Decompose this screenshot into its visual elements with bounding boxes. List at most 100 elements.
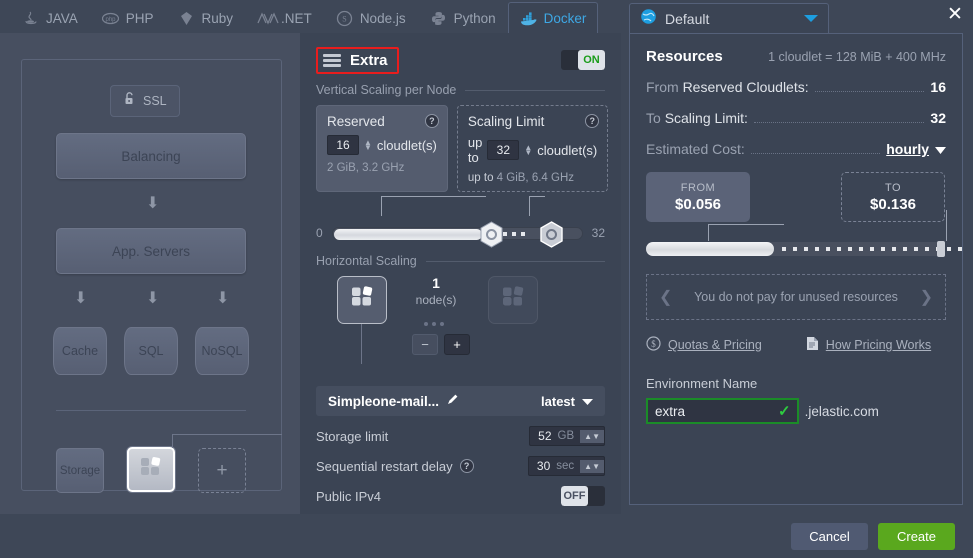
scaling-limit-input[interactable]: 32 — [487, 140, 520, 160]
stack-lines-icon — [323, 53, 341, 67]
public-ipv4-toggle[interactable]: OFF — [561, 486, 605, 506]
topology-add-node-button[interactable]: + — [198, 448, 246, 493]
price-cards: FROM $0.056 TO $0.136 — [646, 172, 946, 230]
dotnet-icon — [257, 10, 279, 27]
reserved-cloudlets-box[interactable]: ? Reserved 16 ▲ ▼ cloudlet(s) 2 GiB, 3.2 … — [316, 105, 448, 192]
ssl-label: SSL — [143, 94, 167, 108]
price-card-from[interactable]: FROM $0.056 — [646, 172, 750, 222]
restart-delay-value[interactable]: 30 — [529, 457, 554, 475]
option-label-group: Sequential restart delay ? — [316, 459, 474, 474]
tab-nodejs[interactable]: S Node.js — [324, 2, 418, 33]
quotas-and-pricing-link[interactable]: $ Quotas & Pricing — [646, 336, 762, 354]
node-label: Storage — [59, 464, 101, 477]
docker-image-row[interactable]: Simpleone-mail... latest — [316, 386, 605, 416]
scaling-limit-box[interactable]: ? Scaling Limit up to 32 ▲ ▼ cloudlet(s) … — [456, 105, 609, 192]
settings-title-highlight[interactable]: Extra — [316, 46, 399, 74]
reserved-input[interactable]: 16 — [327, 135, 359, 155]
topology-panel: SSL Balancing ⬇ App. Servers ⬇ ⬇ ⬇ Cache… — [0, 33, 300, 514]
python-icon — [430, 10, 447, 27]
question-icon[interactable]: ? — [459, 459, 474, 473]
price-bar[interactable] — [646, 241, 962, 257]
node-count-display: 1 node(s) — [396, 275, 476, 307]
section-rule — [425, 260, 605, 262]
restart-delay-spinner[interactable]: ▲▼ — [580, 459, 604, 473]
toggle-knob-label: OFF — [561, 486, 588, 506]
section-label: Horizontal Scaling — [316, 254, 417, 268]
create-environment-dialog: JAVA php PHP Ruby .NET S Node.js Python … — [0, 0, 973, 558]
slider-leg-reserved — [381, 196, 486, 216]
environment-region-tab[interactable]: Default — [629, 3, 829, 33]
node-label: SQL — [138, 344, 164, 358]
tab-dotnet[interactable]: .NET — [245, 2, 324, 33]
billing-period-selector[interactable]: hourly — [886, 141, 929, 157]
chevron-down-icon[interactable] — [935, 141, 946, 157]
docker-icon — [520, 10, 537, 27]
row-key: To Scaling Limit: — [646, 110, 748, 126]
option-row-restart-delay: Sequential restart delay ? 30 sec ▲▼ — [316, 456, 605, 476]
restart-delay-stepper[interactable]: 30 sec ▲▼ — [527, 456, 605, 476]
storage-limit-spinner[interactable]: ▲▼ — [580, 429, 604, 443]
row-scaling-limit: To Scaling Limit: 32 — [646, 110, 946, 127]
price-bar-dots — [782, 247, 962, 251]
arrow-down-icon: ⬇ — [146, 290, 160, 307]
chevron-down-icon[interactable] — [804, 10, 818, 28]
image-tag-group[interactable]: latest — [541, 394, 593, 409]
question-icon[interactable]: ? — [424, 114, 439, 128]
tab-docker[interactable]: Docker — [507, 2, 599, 33]
reserved-spinner[interactable]: ▲ ▼ — [364, 139, 372, 152]
tab-ruby[interactable]: Ruby — [166, 2, 246, 33]
tab-python[interactable]: Python — [418, 2, 508, 33]
close-icon[interactable]: ✕ — [946, 5, 964, 24]
environment-name-input[interactable] — [648, 403, 772, 419]
price-bar-fill — [646, 242, 774, 256]
scaling-limit-title: Scaling Limit — [467, 114, 545, 129]
price-leg-from — [708, 224, 784, 241]
plus-icon: + — [216, 459, 228, 481]
topology-node-sql[interactable]: SQL — [124, 327, 178, 375]
pencil-icon[interactable] — [446, 393, 459, 409]
horizontal-scaling-area: 1 node(s) − + — [316, 275, 605, 384]
tab-java[interactable]: JAVA — [10, 2, 90, 33]
environment-name-field[interactable]: ✓ — [646, 398, 799, 424]
stack-tabbar: JAVA php PHP Ruby .NET S Node.js Python … — [0, 0, 621, 33]
chevron-right-icon[interactable]: ❯ — [920, 287, 933, 307]
topology-node-app-servers[interactable]: App. Servers — [56, 228, 246, 274]
node-settings-panel: Extra ON Vertical Scaling per Node ? Res… — [300, 33, 621, 558]
image-name-group: Simpleone-mail... — [328, 393, 459, 409]
docker-squares-icon — [499, 285, 527, 316]
tab-label: Python — [453, 10, 496, 26]
horizontal-node-placeholder[interactable] — [488, 276, 538, 324]
nodejs-icon: S — [336, 10, 353, 27]
cancel-button[interactable]: Cancel — [791, 522, 868, 550]
decrease-nodes-button[interactable]: − — [412, 334, 438, 355]
image-name: Simpleone-mail... — [328, 393, 440, 409]
ssl-badge[interactable]: SSL — [110, 85, 180, 117]
slider-handle-reserved[interactable] — [478, 220, 505, 248]
dollar-circle-icon: $ — [646, 336, 661, 354]
row-estimated-cost: Estimated Cost: hourly — [646, 141, 946, 158]
option-label: Sequential restart delay — [316, 458, 453, 474]
increase-nodes-button[interactable]: + — [444, 334, 470, 355]
topology-node-extra-selected[interactable] — [127, 447, 175, 492]
environment-region-label: Default — [665, 10, 710, 27]
scaling-limit-value-row: up to 32 ▲ ▼ cloudlet(s) — [468, 135, 597, 165]
price-bar-end-handle[interactable] — [937, 241, 945, 257]
how-pricing-works-link[interactable]: How Pricing Works — [806, 336, 931, 354]
topology-node-cache[interactable]: Cache — [53, 327, 107, 375]
vertical-scaling-boxes: ? Reserved 16 ▲ ▼ cloudlet(s) 2 GiB, 3.2 … — [316, 105, 609, 192]
storage-limit-stepper[interactable]: 52 GB ▲▼ — [529, 426, 605, 446]
create-button[interactable]: Create — [878, 522, 955, 550]
scaling-limit-spinner[interactable]: ▲ ▼ — [524, 144, 532, 157]
horizontal-node-1[interactable] — [337, 276, 387, 324]
vertical-scaling-slider[interactable] — [331, 220, 583, 248]
topology-node-nosql[interactable]: NoSQL — [195, 327, 249, 375]
topology-node-balancing[interactable]: Balancing — [56, 133, 246, 179]
topology-divider — [56, 410, 246, 411]
node-enable-toggle[interactable]: ON — [561, 50, 605, 70]
tab-php[interactable]: php PHP — [90, 2, 166, 33]
slider-handle-limit[interactable] — [538, 220, 565, 248]
storage-limit-value[interactable]: 52 — [530, 427, 555, 445]
chevron-left-icon[interactable]: ❮ — [659, 287, 672, 307]
price-card-to[interactable]: TO $0.136 — [841, 172, 945, 222]
topology-node-storage[interactable]: Storage — [56, 448, 104, 493]
